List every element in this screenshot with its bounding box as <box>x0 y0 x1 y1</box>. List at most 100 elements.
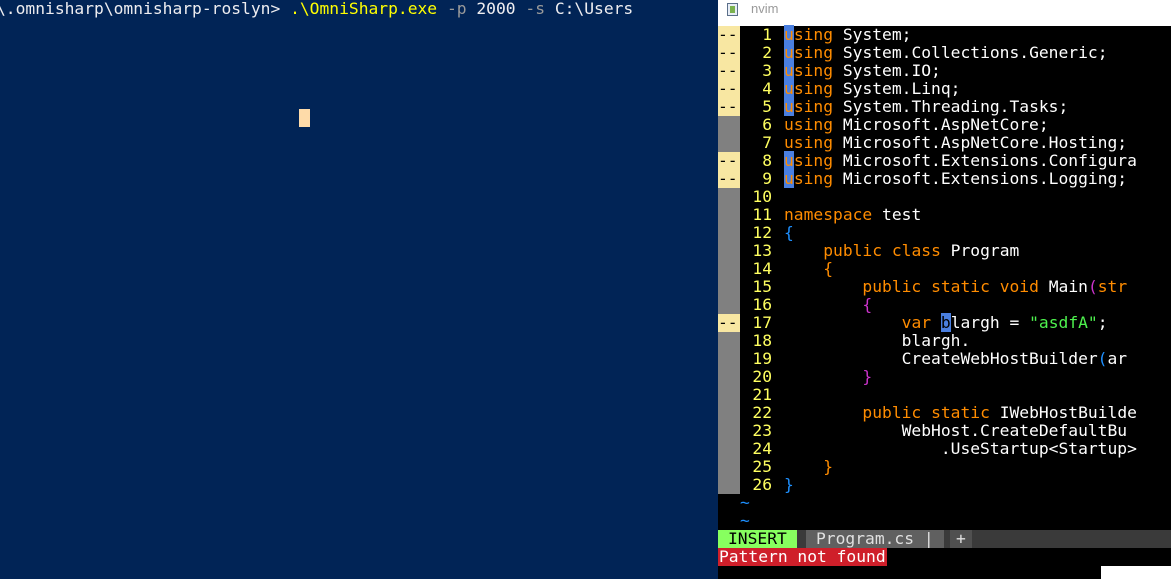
line-number: 16 <box>752 295 772 314</box>
code-token: System.IO; <box>833 61 941 80</box>
line-number: 15 <box>752 277 772 296</box>
line-code: } <box>784 476 794 494</box>
editor-line[interactable]: -- 17 var blargh = "asdfA"; <box>718 313 1171 332</box>
line-number: 18 <box>752 331 772 350</box>
line-number: 13 <box>752 241 772 260</box>
editor-line[interactable]: 11 namespace test <box>718 206 1171 224</box>
sign-column <box>718 476 740 494</box>
editor-line[interactable]: -- 4 using System.Linq; <box>718 79 1171 98</box>
editor-line[interactable]: 6 using Microsoft.AspNetCore; <box>718 116 1171 134</box>
editor-line[interactable]: 14 { <box>718 260 1171 278</box>
code-token: str <box>1097 277 1128 296</box>
sign-column: -- <box>718 152 740 170</box>
code-token: public <box>862 403 922 422</box>
powershell-terminal[interactable]: \.omnisharp\omnisharp-roslyn> .\OmniShar… <box>0 0 718 579</box>
line-code: using Microsoft.Extensions.Configura <box>784 151 1137 170</box>
editor-line[interactable]: -- 3 using System.IO; <box>718 61 1171 80</box>
editor-line[interactable]: -- 1 using System; <box>718 25 1171 44</box>
code-token: sing <box>793 169 834 188</box>
nvim-window[interactable]: nvim -- 1 using System; -- 2 using System.Col… <box>718 0 1171 579</box>
sign-column <box>718 242 740 260</box>
editor-line[interactable]: 10 <box>718 188 1171 206</box>
code-token: sing <box>793 43 834 62</box>
command-line: \.omnisharp\omnisharp-roslyn> .\OmniShar… <box>0 0 633 18</box>
code-token: System.Collections.Generic; <box>833 43 1108 62</box>
code-token: sing <box>793 151 834 170</box>
sign-column <box>718 386 740 404</box>
editor-line[interactable]: 22 public static IWebHostBuilde <box>718 404 1171 422</box>
code-token: } <box>823 457 834 476</box>
tab-separator: | <box>923 529 934 548</box>
code-token: test <box>872 205 922 224</box>
line-number: 20 <box>752 367 772 386</box>
line-code: CreateWebHostBuilder(ar <box>784 350 1127 368</box>
line-code: using System.Linq; <box>784 79 960 98</box>
mode-indicator: INSERT <box>718 530 797 548</box>
editor-line[interactable]: 24 .UseStartup<Startup> <box>718 440 1171 458</box>
editor-line[interactable]: 19 CreateWebHostBuilder(ar <box>718 350 1171 368</box>
sign-column <box>718 368 740 386</box>
line-number: 17 <box>752 313 772 332</box>
tab-label: Program.cs <box>816 529 915 548</box>
code-token: static <box>931 403 990 422</box>
line-code: public class Program <box>784 242 1019 260</box>
code-token: sing <box>793 61 834 80</box>
editor-line[interactable]: -- 5 using System.Threading.Tasks; <box>718 97 1171 116</box>
line-number: 19 <box>752 349 772 368</box>
line-number: 12 <box>752 223 772 242</box>
new-tab-button[interactable]: + <box>950 530 972 548</box>
code-token: u <box>784 25 794 44</box>
editor-line[interactable]: 15 public static void Main(str <box>718 278 1171 296</box>
line-number: 9 <box>762 169 772 188</box>
editor-line[interactable]: -- 9 using Microsoft.Extensions.Logging; <box>718 169 1171 188</box>
editor-buffer[interactable]: -- 1 using System; -- 2 using System.Collecti… <box>718 25 1171 530</box>
code-token: using <box>784 133 834 152</box>
sign-column: -- <box>718 170 740 188</box>
line-code: using System.IO; <box>784 61 941 80</box>
tab-program-cs[interactable]: Program.cs | <box>806 530 944 548</box>
editor-line[interactable]: 23 WebHost.CreateDefaultBu <box>718 422 1171 440</box>
sign-column <box>718 458 740 476</box>
line-number: 7 <box>762 133 772 152</box>
line-number: 2 <box>762 43 772 62</box>
sign-column <box>718 116 740 134</box>
title-bar[interactable]: nvim <box>718 0 1171 26</box>
editor-line[interactable]: -- 2 using System.Collections.Generic; <box>718 43 1171 62</box>
code-token: blargh. <box>784 331 971 350</box>
editor-line[interactable]: 7 using Microsoft.AspNetCore.Hosting; <box>718 134 1171 152</box>
line-number: 8 <box>762 151 772 170</box>
code-token: static <box>931 277 990 296</box>
code-token: namespace <box>784 205 873 224</box>
port-value: 2000 <box>476 0 516 18</box>
sign-column <box>718 134 740 152</box>
code-token: public <box>862 277 922 296</box>
editor-line[interactable]: 16 { <box>718 296 1171 314</box>
sign-column <box>718 422 740 440</box>
sign-column <box>718 260 740 278</box>
code-token: { <box>784 223 794 242</box>
sign-column: -- <box>718 44 740 62</box>
code-token: ( <box>1097 349 1108 368</box>
line-number: 6 <box>762 115 772 134</box>
editor-line[interactable]: 20 } <box>718 368 1171 386</box>
editor-line[interactable]: 26} <box>718 476 1171 494</box>
sign-column: -- <box>718 26 740 44</box>
editor-line[interactable]: -- 8 using Microsoft.Extensions.Configura <box>718 151 1171 170</box>
editor-line[interactable]: 13 public class Program <box>718 242 1171 260</box>
sign-column <box>718 278 740 296</box>
code-token: Microsoft.Extensions.Logging; <box>833 169 1128 188</box>
editor-line[interactable]: 12 { <box>718 224 1171 242</box>
editor-line[interactable]: 18 blargh. <box>718 332 1171 350</box>
editor-line[interactable]: 25 } <box>718 458 1171 476</box>
editor-line[interactable]: 21 <box>718 386 1171 404</box>
line-code: public static IWebHostBuilde <box>784 404 1137 422</box>
code-token: IWebHostBuilde <box>989 403 1137 422</box>
line-code: } <box>784 458 833 476</box>
sign-column <box>718 206 740 224</box>
